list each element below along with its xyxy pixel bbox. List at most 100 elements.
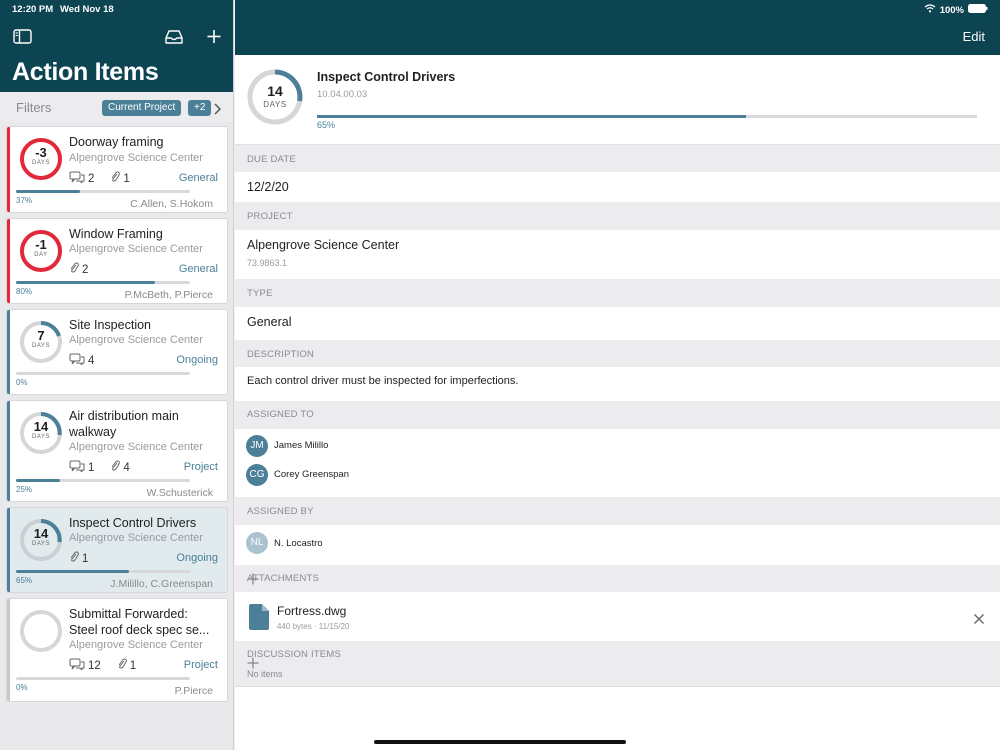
status-stripe [7,127,10,212]
days-count: -1 [35,237,47,252]
add-icon[interactable] [204,27,226,47]
comment-icon [69,460,85,475]
due-date-label: DUE DATE [247,154,296,165]
progress-bar [317,115,977,118]
project-name: Alpengrove Science Center [247,238,400,252]
close-icon[interactable] [974,611,984,624]
days-count: 14 [267,83,283,99]
card-type: Project [183,659,218,671]
description-label: DESCRIPTION [247,349,315,360]
description-row[interactable]: Each control driver must be inspected fo… [235,367,1000,401]
progress-label: 65% [16,576,33,585]
days-unit: DAYS [32,434,50,440]
wifi-icon [924,4,936,16]
paperclip-icon [69,551,79,566]
home-indicator[interactable] [374,740,626,744]
card-project: Alpengrove Science Center [69,334,203,346]
assigned-by-label: ASSIGNED BY [247,506,314,517]
add-discussion-icon[interactable] [247,657,259,669]
item-summary: 14 DAYS Inspect Control Drivers 10.04.00.… [235,55,1000,145]
progress-fill [16,281,156,284]
edit-button[interactable]: Edit [963,29,985,44]
action-item-card[interactable]: -1 DAY Window Framing Alpengrove Science … [6,218,228,304]
days-unit: DAYS [32,541,50,547]
action-item-card[interactable]: 7 DAYS Site Inspection Alpengrove Science… [6,309,228,395]
progress-label: 80% [16,287,33,296]
comment-icon [69,658,85,673]
attachment-count: 1 [129,659,137,672]
action-item-card[interactable]: 14 DAYS Inspect Control Drivers Alpengrov… [6,507,228,593]
status-stripe [7,310,10,394]
card-title: Window Framing [69,227,163,241]
type-value: General [247,315,292,329]
type-row[interactable]: General [235,307,1000,340]
inbox-icon[interactable] [163,27,185,47]
days-count: 14 [33,419,49,434]
project-row[interactable]: Alpengrove Science Center 73.9863.1 [235,230,1000,279]
item-code: 10.04.00.03 [317,89,368,100]
card-title: Doorway framing [69,135,164,149]
discussion-empty: No items [247,669,283,679]
progress-bar [16,677,190,680]
card-assignees: P.McBeth, P.Pierce [124,289,213,301]
assigned-by-row: NL N. Locastro [235,525,1000,565]
days-unit: DAYS [263,100,287,109]
action-item-card[interactable]: -3 DAYS Doorway framing Alpengrove Scienc… [6,126,228,213]
comment-icon [69,171,85,186]
card-assignees: J.Milillo, C.Greenspan [110,578,213,590]
card-project: Alpengrove Science Center [69,152,203,164]
card-title: Inspect Control Drivers [69,516,197,530]
attachment-count: 1 [82,552,89,565]
paperclip-icon [117,658,127,673]
avatar[interactable]: JM [246,435,268,457]
assigned-to-label: ASSIGNED TO [247,409,314,420]
days-unit: DAYS [32,160,50,166]
filters-label[interactable]: Filters [16,100,51,115]
comment-count: 1 [88,461,95,474]
battery-icon [968,4,988,16]
comment-count: 2 [88,172,95,185]
item-title: Inspect Control Drivers [317,70,456,84]
status-stripe [7,508,10,592]
paperclip-icon [110,171,121,186]
assigner-name[interactable]: N. Locastro [274,538,323,549]
sidebar-header: 12:20 PM Wed Nov 18 Action Items [0,0,233,92]
card-type: Ongoing [176,354,218,366]
type-label: TYPE [247,288,273,299]
filter-chip-current-project[interactable]: Current Project [102,100,182,116]
assignee-name[interactable]: Corey Greenspan [274,469,349,480]
card-type: Project [183,461,218,473]
card-title: Air distribution main walkway [69,409,179,439]
progress-fill [317,115,746,118]
project-code: 73.9863.1 [247,258,288,268]
action-item-card[interactable]: 14 DAYS Air distribution main walkway Alp… [6,400,228,502]
progress-label: 65% [317,120,336,130]
status-time: 12:20 PM [12,4,54,15]
filter-chip-more[interactable]: +2 [188,100,212,116]
card-project: Alpengrove Science Center [69,243,203,255]
section-header: ASSIGNED BY [235,497,1000,525]
file-icon [249,604,269,630]
card-title: Site Inspection [69,318,151,332]
progress-fill [16,479,60,482]
chevron-right-icon[interactable] [213,102,222,115]
days-count: 7 [37,328,45,343]
progress-fill [16,570,130,573]
comment-count: 4 [88,354,95,367]
progress-label: 0% [16,683,28,692]
section-header: TYPE [235,279,1000,307]
avatar[interactable]: NL [246,532,268,554]
action-item-card[interactable]: Submittal Forwarded: Steel roof deck spe… [6,598,228,702]
attachment-row[interactable]: Fortress.dwg 440 bytes · 11/15/20 [235,592,1000,641]
comment-count: 12 [88,659,101,672]
card-assignees: C.Allen, S.Hokom [130,198,213,210]
paperclip-icon [110,460,121,475]
avatar[interactable]: CG [246,464,268,486]
detail-header: 100% Edit [235,0,1000,55]
due-date-row[interactable]: 12/2/20 [235,172,1000,202]
add-attachment-icon[interactable] [247,573,259,585]
card-project: Alpengrove Science Center [69,639,203,651]
assignee-name[interactable]: James Milillo [274,440,328,451]
progress-label: 0% [16,378,28,387]
sidebar-toggle-icon[interactable] [12,27,34,47]
